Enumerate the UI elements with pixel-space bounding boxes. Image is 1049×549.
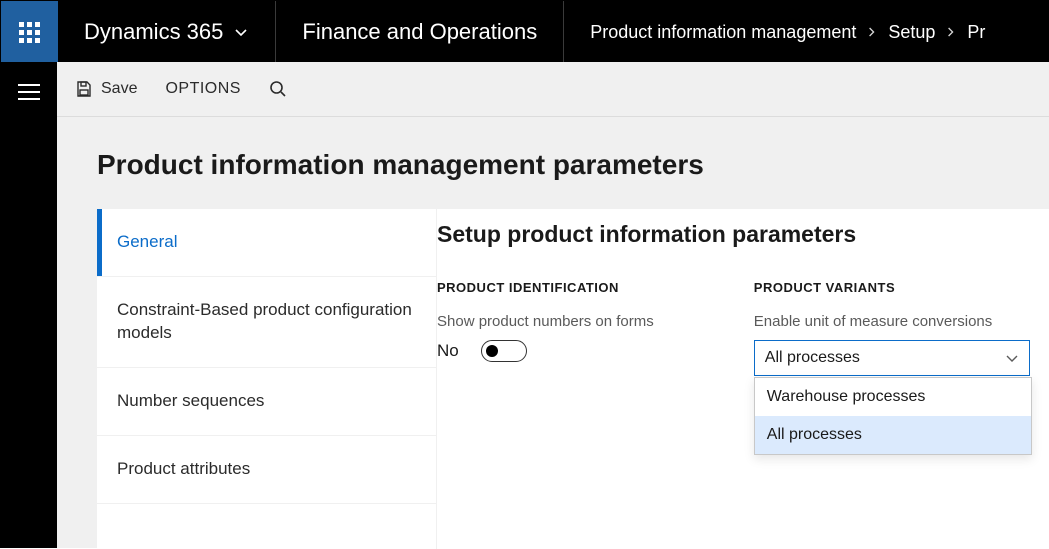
tab-constraint-models[interactable]: Constraint-Based product configuration m… xyxy=(97,277,436,368)
breadcrumb-item[interactable]: Product information management xyxy=(590,22,856,43)
breadcrumb-item[interactable]: Setup xyxy=(888,22,935,43)
hamburger-icon[interactable] xyxy=(18,84,40,100)
show-product-numbers-label: Show product numbers on forms xyxy=(437,313,654,330)
breadcrumb-item[interactable]: Pr xyxy=(967,22,985,43)
tab-product-attributes[interactable]: Product attributes xyxy=(97,436,436,504)
search-icon[interactable] xyxy=(269,80,287,98)
chevron-down-icon xyxy=(1005,351,1019,365)
uom-conversions-label: Enable unit of measure conversions xyxy=(754,313,1030,330)
show-product-numbers-toggle[interactable] xyxy=(481,340,527,362)
page-title: Product information management parameter… xyxy=(97,149,1049,181)
section-title: Setup product information parameters xyxy=(437,221,1049,248)
brand-menu[interactable]: Dynamics 365 xyxy=(58,1,276,63)
toggle-value: No xyxy=(437,341,459,361)
chevron-down-icon xyxy=(233,24,249,40)
parameters-tabs: General Constraint-Based product configu… xyxy=(97,209,437,549)
left-nav xyxy=(0,62,57,548)
chevron-right-icon xyxy=(947,25,955,39)
tab-number-sequences[interactable]: Number sequences xyxy=(97,368,436,436)
select-value: All processes xyxy=(765,349,860,367)
dropdown-option-warehouse[interactable]: Warehouse processes xyxy=(755,378,1031,416)
waffle-icon xyxy=(19,22,40,43)
uom-conversions-dropdown: Warehouse processes All processes xyxy=(754,377,1032,455)
chevron-right-icon xyxy=(868,25,876,39)
breadcrumb: Product information management Setup Pr xyxy=(564,1,1011,63)
brand-label: Dynamics 365 xyxy=(84,19,223,45)
action-bar: Save OPTIONS xyxy=(57,62,1049,117)
product-variants-header: PRODUCT VARIANTS xyxy=(754,280,1030,295)
uom-conversions-select[interactable]: All processes Warehouse processes All pr… xyxy=(754,340,1030,376)
save-icon xyxy=(75,80,93,98)
app-launcher[interactable] xyxy=(1,1,58,63)
product-identification-header: PRODUCT IDENTIFICATION xyxy=(437,280,654,295)
save-button[interactable]: Save xyxy=(75,80,137,98)
dropdown-option-all[interactable]: All processes xyxy=(755,416,1031,454)
options-button[interactable]: OPTIONS xyxy=(165,80,241,98)
tab-general[interactable]: General xyxy=(97,209,436,277)
module-name: Finance and Operations xyxy=(276,1,564,63)
